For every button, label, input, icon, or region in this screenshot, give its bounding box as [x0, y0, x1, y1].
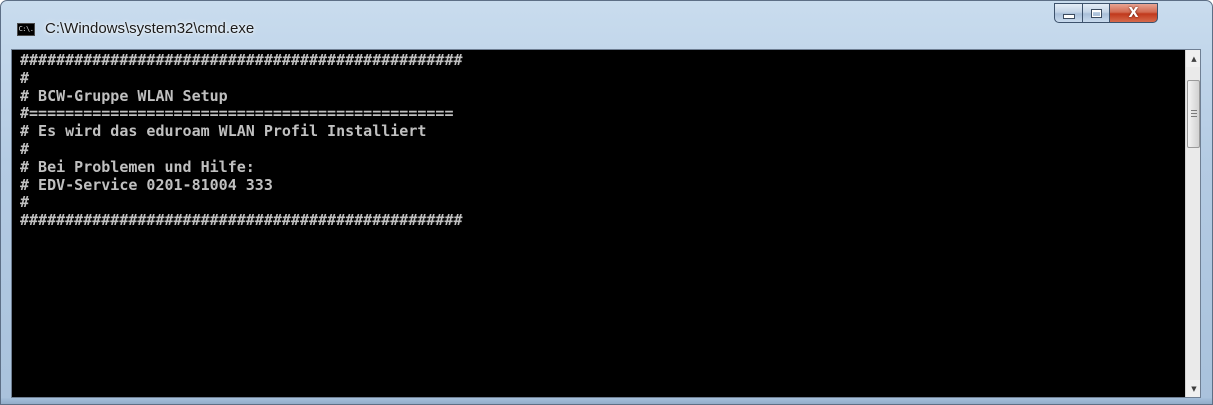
- grip-line: [1191, 110, 1197, 111]
- scroll-thumb[interactable]: [1187, 80, 1200, 148]
- scroll-down-button[interactable]: ▼: [1186, 380, 1200, 397]
- console-line: # Bei Problemen und Hilfe:: [20, 157, 255, 176]
- maximize-button[interactable]: [1083, 3, 1110, 23]
- grip-line: [1191, 113, 1197, 114]
- console-output: ########################################…: [20, 52, 1180, 394]
- vertical-scrollbar[interactable]: ▲ ▼: [1185, 50, 1200, 397]
- cmd-window: C:\. C:\Windows\system32\cmd.exe X #####…: [0, 0, 1213, 405]
- maximize-icon: [1090, 8, 1102, 18]
- chevron-up-icon: ▲: [1191, 54, 1197, 63]
- console-line: ########################################…: [20, 211, 463, 230]
- grip-line: [1191, 116, 1197, 117]
- minimize-button[interactable]: [1054, 3, 1083, 23]
- chevron-down-icon: ▼: [1191, 384, 1197, 393]
- console-line: #: [20, 68, 30, 87]
- console-line: #: [20, 193, 30, 212]
- window-title: C:\Windows\system32\cmd.exe: [45, 20, 255, 37]
- console-line: # BCW-Gruppe WLAN Setup: [20, 86, 228, 105]
- cmd-icon[interactable]: C:\.: [17, 23, 35, 36]
- console-line: #: [20, 139, 30, 158]
- console-line: # Es wird das eduroam WLAN Profil Instal…: [20, 122, 427, 141]
- console-area[interactable]: ########################################…: [11, 49, 1201, 398]
- scroll-up-button[interactable]: ▲: [1186, 50, 1200, 67]
- console-line: ########################################…: [20, 52, 463, 69]
- console-line: # EDV-Service 0201-81004 333: [20, 175, 273, 194]
- console-line: #=======================================…: [20, 104, 454, 123]
- close-button[interactable]: X: [1110, 3, 1158, 23]
- window-controls: X: [1054, 3, 1202, 25]
- title-bar[interactable]: C:\. C:\Windows\system32\cmd.exe X: [1, 1, 1212, 49]
- minimize-icon: [1062, 14, 1075, 19]
- window-bottom-frame: [1, 398, 1212, 404]
- close-icon: X: [1128, 5, 1139, 21]
